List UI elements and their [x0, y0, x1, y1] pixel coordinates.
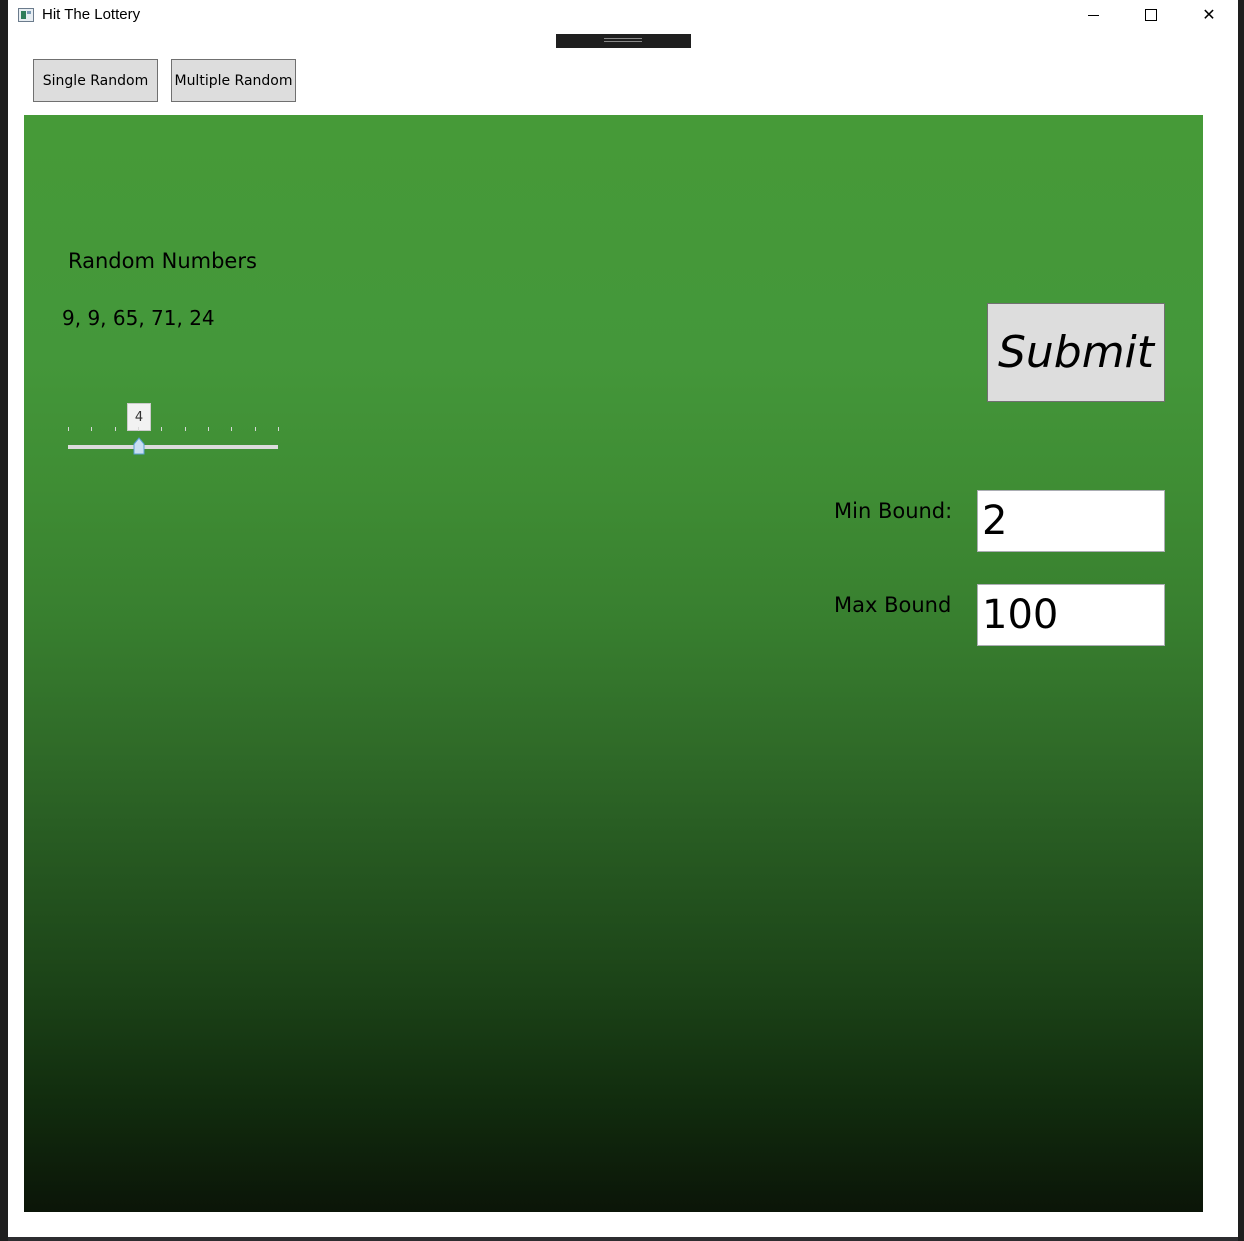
title-bar[interactable]: Hit The Lottery ✕: [8, 0, 1238, 32]
background-editor-left: [0, 30, 8, 1241]
minimize-icon: [1087, 14, 1099, 16]
slider-tick: [255, 427, 256, 431]
slider-track[interactable]: [68, 445, 278, 449]
number-count-slider[interactable]: 4: [68, 403, 279, 458]
slider-tick: [231, 427, 232, 431]
window-title: Hit The Lottery: [42, 6, 141, 23]
close-button[interactable]: ✕: [1180, 0, 1238, 30]
app-window: Hit The Lottery ✕ Single Random Multiple…: [8, 0, 1238, 1237]
slider-tick: [208, 427, 209, 431]
min-bound-input[interactable]: [977, 490, 1165, 552]
slider-ticks: [68, 427, 279, 433]
maximize-button[interactable]: [1122, 0, 1180, 30]
lottery-panel: Random Numbers 9, 9, 65, 71, 24 4 Submit…: [24, 115, 1203, 1212]
multiple-random-button[interactable]: Multiple Random: [171, 59, 296, 102]
drag-handle[interactable]: [556, 34, 691, 48]
random-numbers-heading: Random Numbers: [68, 249, 257, 273]
minimize-button[interactable]: [1064, 0, 1122, 30]
slider-tick: [91, 427, 92, 431]
slider-tick: [278, 427, 279, 431]
slider-tick: [185, 427, 186, 431]
random-numbers-values: 9, 9, 65, 71, 24: [62, 306, 215, 330]
max-bound-label: Max Bound: [834, 593, 952, 617]
maximize-icon: [1145, 9, 1157, 21]
slider-tick: [138, 427, 139, 431]
grip-icon: [604, 38, 642, 42]
min-bound-label: Min Bound:: [834, 499, 953, 523]
max-bound-input[interactable]: [977, 584, 1165, 646]
slider-tick: [161, 427, 162, 431]
close-icon: ✕: [1202, 5, 1216, 24]
submit-button[interactable]: Submit: [987, 303, 1165, 402]
background-editor-right: [1238, 30, 1244, 1241]
slider-tick: [68, 427, 69, 431]
app-icon: [18, 8, 34, 22]
background-strip: [8, 1237, 1238, 1241]
single-random-button[interactable]: Single Random: [33, 59, 158, 102]
slider-thumb[interactable]: [133, 437, 145, 455]
slider-tick: [115, 427, 116, 431]
